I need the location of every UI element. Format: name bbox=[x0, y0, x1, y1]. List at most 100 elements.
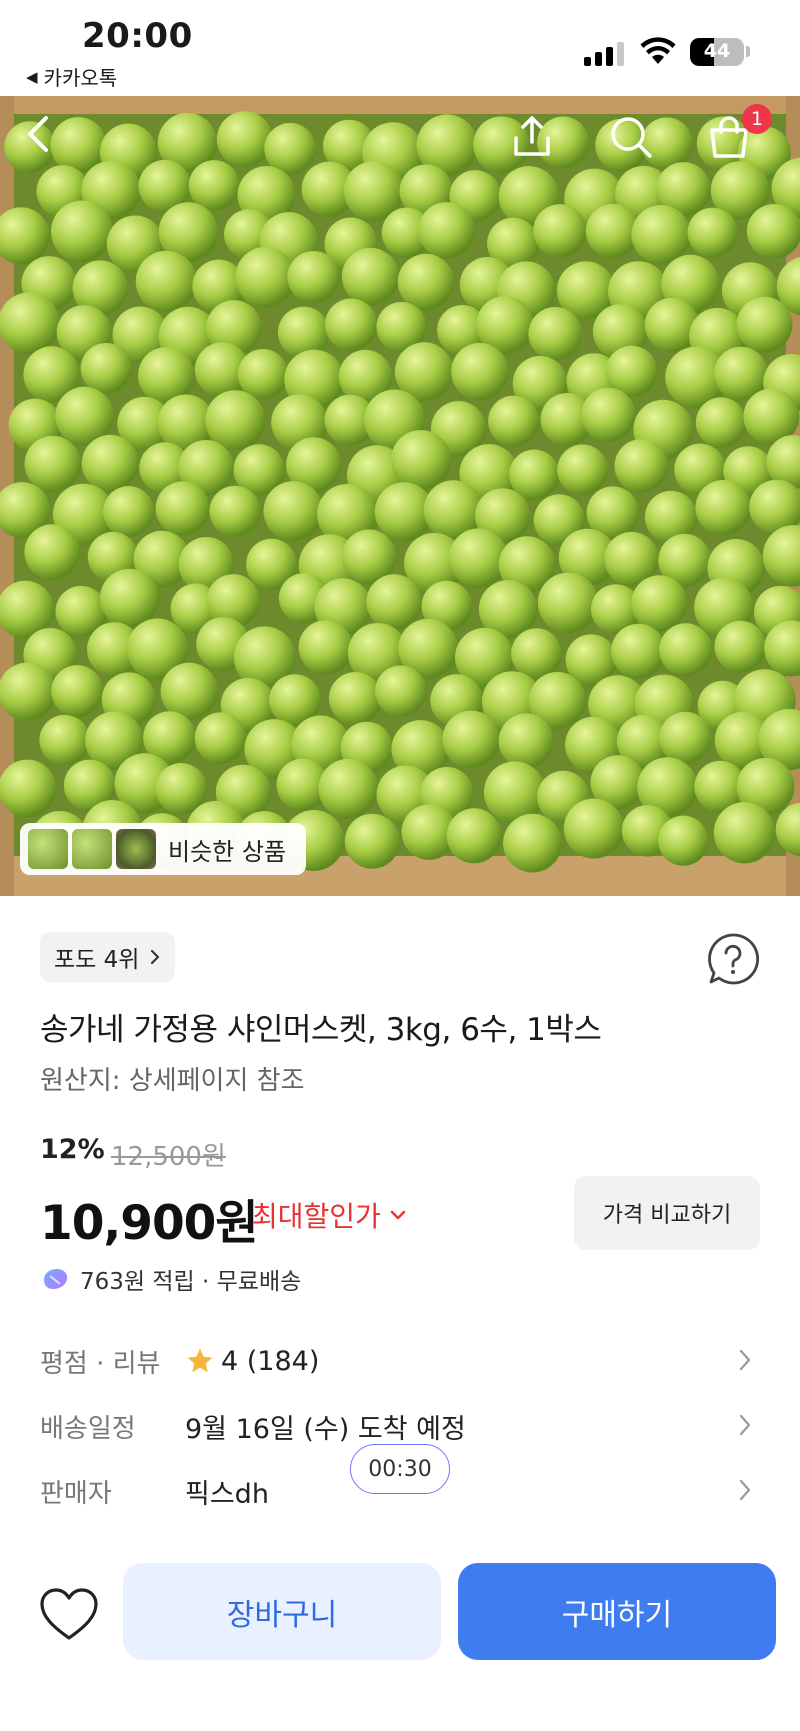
grape-berry bbox=[503, 813, 562, 873]
grape-berry bbox=[24, 435, 81, 492]
grape-berry bbox=[659, 711, 712, 765]
seller-value: 픽스dh bbox=[185, 1478, 269, 1510]
points-label: 763원 적립 · 무료배송 bbox=[80, 1269, 302, 1295]
grape-berry bbox=[658, 815, 709, 866]
grape-berry bbox=[581, 387, 636, 442]
points-shipping-info: 763원 적립 · 무료배송 bbox=[40, 1262, 301, 1296]
grape-berry bbox=[714, 620, 767, 673]
grape-berry bbox=[237, 349, 289, 400]
grape-berry bbox=[511, 628, 562, 679]
grape-berry bbox=[51, 665, 104, 718]
search-button[interactable] bbox=[608, 114, 664, 170]
grape-berry bbox=[631, 575, 688, 632]
grape-berry bbox=[537, 572, 599, 634]
grape-berry bbox=[713, 802, 776, 864]
chevron-down-icon bbox=[390, 1210, 406, 1220]
grape-berry bbox=[0, 662, 57, 721]
shipping-key: 배송일정 bbox=[40, 1413, 136, 1444]
back-triangle-icon: ◀ bbox=[26, 67, 38, 86]
wifi-icon bbox=[640, 37, 676, 64]
share-icon bbox=[514, 116, 550, 156]
grape-berry bbox=[418, 202, 475, 259]
wishlist-heart-icon[interactable] bbox=[38, 1586, 100, 1642]
similar-thumbnail bbox=[116, 829, 156, 869]
similar-products-button[interactable]: 비슷한 상품 bbox=[20, 823, 306, 875]
grape-berry bbox=[483, 761, 546, 823]
grape-berry bbox=[235, 246, 296, 308]
grape-berry bbox=[375, 665, 427, 717]
battery-icon: 44 bbox=[690, 38, 744, 66]
grape-berry bbox=[446, 808, 502, 864]
similar-thumbnail bbox=[28, 829, 68, 869]
rating-review-row[interactable]: 평점 · 리뷰 4 (184) bbox=[40, 1336, 760, 1386]
status-bar: 20:00 ◀ 카카오톡 44 bbox=[0, 0, 800, 96]
cellular-signal-icon bbox=[584, 40, 624, 66]
back-button[interactable] bbox=[24, 114, 80, 170]
price-compare-button[interactable]: 가격 비교하기 bbox=[574, 1176, 760, 1250]
status-time: 20:00 bbox=[82, 16, 193, 56]
grape-berry bbox=[498, 713, 554, 769]
search-icon bbox=[611, 117, 652, 158]
grape-berry bbox=[263, 481, 324, 541]
grape-berry bbox=[366, 574, 422, 630]
grape-berry bbox=[448, 528, 509, 588]
rating-value-wrap: 4 (184) bbox=[185, 1346, 319, 1377]
similar-thumbnail bbox=[72, 829, 112, 869]
grape-berry bbox=[328, 672, 382, 725]
grape-berry bbox=[695, 480, 751, 536]
cart-count-badge: 1 bbox=[742, 104, 772, 134]
question-chat-icon[interactable] bbox=[706, 932, 760, 986]
seller-key: 판매자 bbox=[40, 1478, 112, 1509]
grape-berry bbox=[318, 758, 379, 819]
grape-berry bbox=[442, 710, 500, 768]
grape-berry bbox=[451, 342, 509, 401]
product-image[interactable] bbox=[0, 96, 800, 896]
points-icon bbox=[44, 1269, 68, 1289]
product-title: 송가네 가정용 샤인머스켓, 3kg, 6수, 1박스 bbox=[40, 1012, 602, 1048]
countdown-timer: 00:30 bbox=[350, 1444, 450, 1494]
grape-berry bbox=[51, 200, 113, 263]
grape-berry bbox=[687, 207, 738, 258]
grape-berry bbox=[80, 343, 132, 394]
chevron-right-icon bbox=[151, 949, 160, 965]
category-rank-chip[interactable]: 포도 4위 bbox=[40, 932, 176, 982]
best-price-dropdown[interactable]: 최대할인가 bbox=[252, 1195, 407, 1235]
grape-berry bbox=[135, 250, 197, 312]
grape-berry bbox=[188, 160, 240, 211]
chevron-right-icon bbox=[739, 1479, 751, 1501]
grape-berry bbox=[611, 623, 666, 679]
star-icon bbox=[187, 1348, 213, 1373]
rating-key: 평점 · 리뷰 bbox=[40, 1348, 161, 1379]
grape-berry bbox=[344, 813, 400, 869]
chevron-left-icon bbox=[28, 116, 48, 152]
share-button[interactable] bbox=[510, 114, 566, 170]
grape-berry bbox=[557, 444, 608, 496]
grape-berry bbox=[298, 620, 353, 675]
back-app-label: 카카오톡 bbox=[43, 66, 118, 90]
buy-now-button[interactable]: 구매하기 bbox=[458, 1563, 776, 1660]
grape-berry bbox=[533, 204, 587, 258]
add-to-cart-button[interactable]: 장바구니 bbox=[123, 1563, 441, 1660]
back-to-app-link[interactable]: ◀ 카카오톡 bbox=[26, 62, 117, 91]
grape-berry bbox=[99, 568, 159, 628]
similar-products-label: 비슷한 상품 bbox=[168, 837, 287, 866]
grape-berry bbox=[391, 430, 451, 490]
grape-berry bbox=[614, 439, 669, 493]
grape-berry bbox=[194, 712, 247, 764]
shipping-value: 9월 16일 (수) 도착 예정 bbox=[185, 1413, 466, 1445]
grape-berry bbox=[746, 204, 800, 259]
grape-berry bbox=[205, 390, 266, 451]
grape-berry bbox=[325, 298, 378, 351]
grape-berry bbox=[216, 111, 273, 168]
grape-berry bbox=[736, 296, 793, 353]
grape-berry bbox=[0, 759, 57, 818]
grape-berry bbox=[695, 397, 747, 448]
battery-cap bbox=[746, 46, 750, 57]
grape-berry bbox=[24, 524, 80, 580]
grape-berry bbox=[287, 251, 340, 304]
grape-berry bbox=[209, 485, 261, 537]
sale-price: 10,900원 bbox=[40, 1196, 259, 1251]
battery-percent: 44 bbox=[703, 40, 731, 62]
grape-berry bbox=[488, 395, 540, 447]
grapes-photo bbox=[0, 96, 800, 896]
